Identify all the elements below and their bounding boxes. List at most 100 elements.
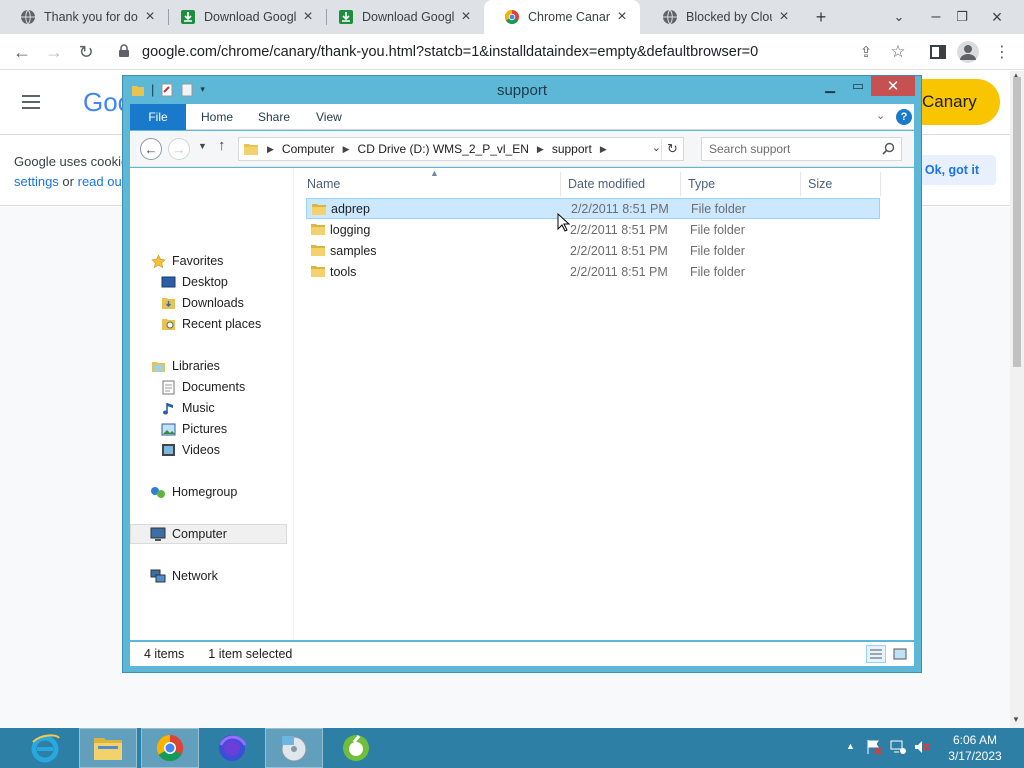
- details-view-icon[interactable]: [866, 645, 886, 663]
- breadcrumb-chevron-icon[interactable]: ▶: [343, 144, 350, 155]
- breadcrumb-chevron-icon[interactable]: ▶: [267, 144, 274, 155]
- address-bar[interactable]: google.com/chrome/canary/thank-you.html?…: [108, 37, 956, 67]
- expand-ribbon-chevron-icon[interactable]: ⌄: [876, 109, 885, 122]
- side-panel-icon[interactable]: [926, 40, 950, 64]
- tab-view[interactable]: View: [316, 104, 342, 130]
- tab-home[interactable]: Home: [201, 104, 233, 130]
- column-divider[interactable]: [880, 172, 881, 196]
- nav-desktop[interactable]: Desktop: [160, 272, 228, 292]
- network-status-icon[interactable]: [890, 739, 906, 758]
- nav-recent-places[interactable]: Recent places: [160, 314, 261, 334]
- tab-download-2[interactable]: Download Googl ×: [318, 0, 484, 34]
- tab-share[interactable]: Share: [258, 104, 290, 130]
- column-header-date[interactable]: Date modified: [568, 172, 645, 196]
- file-row-adprep[interactable]: adprep 2/2/2011 8:51 PM File folder: [306, 198, 880, 219]
- firefox-icon[interactable]: [203, 728, 261, 768]
- file-list: ▲ Name Date modified Type Size adprep 2/…: [298, 168, 914, 640]
- forward-arrow-icon[interactable]: →: [168, 138, 190, 160]
- kebab-menu-icon[interactable]: ⋮: [990, 40, 1014, 64]
- scroll-down-icon[interactable]: ▼: [1012, 715, 1020, 724]
- search-input[interactable]: Search support: [701, 137, 902, 161]
- breadcrumb-cd-drive[interactable]: CD Drive (D:) WMS_2_P_vl_EN: [358, 142, 529, 156]
- close-button[interactable]: ✕: [871, 76, 915, 96]
- reload-icon[interactable]: ↻: [74, 40, 98, 64]
- show-hidden-icons-chevron[interactable]: ▲: [846, 741, 855, 751]
- explorer-address-bar[interactable]: ▶ Computer ▶ CD Drive (D:) WMS_2_P_vl_EN…: [238, 137, 684, 161]
- close-icon[interactable]: ×: [776, 8, 792, 26]
- action-center-flag-icon[interactable]: [866, 739, 882, 758]
- close-icon[interactable]: ×: [142, 8, 158, 26]
- nav-computer[interactable]: Computer: [130, 524, 287, 544]
- share-icon[interactable]: ⇪: [854, 40, 878, 64]
- search-icon[interactable]: [882, 142, 895, 158]
- nav-libraries[interactable]: Libraries: [150, 356, 220, 376]
- restore-icon[interactable]: ❐: [950, 5, 974, 29]
- file-row-samples[interactable]: samples 2/2/2011 8:51 PM File folder: [306, 240, 880, 261]
- minimize-icon[interactable]: ▁: [817, 76, 843, 96]
- scrollbar-thumb[interactable]: [1013, 77, 1021, 367]
- bookmark-star-icon[interactable]: ☆: [886, 40, 910, 64]
- hamburger-menu-icon[interactable]: [22, 95, 40, 109]
- column-divider[interactable]: [560, 172, 561, 196]
- green-app-icon[interactable]: [327, 728, 385, 768]
- forward-arrow-icon[interactable]: →: [42, 40, 66, 64]
- breadcrumb-chevron-icon[interactable]: ▶: [600, 144, 607, 155]
- tab-blocked[interactable]: Blocked by Cloud ×: [642, 0, 802, 34]
- nav-music[interactable]: Music: [160, 398, 215, 418]
- back-arrow-icon[interactable]: ←: [10, 40, 34, 64]
- column-divider[interactable]: [680, 172, 681, 196]
- recent-locations-dropdown-icon[interactable]: ▼: [198, 141, 207, 151]
- breadcrumb-computer[interactable]: Computer: [282, 142, 335, 156]
- column-divider[interactable]: [800, 172, 801, 196]
- folder-icon: [243, 142, 259, 156]
- new-tab-button[interactable]: +: [809, 5, 833, 29]
- nav-videos[interactable]: Videos: [160, 440, 220, 460]
- system-clock[interactable]: 6:06 AM 3/17/2023: [935, 732, 1015, 764]
- breadcrumb-support[interactable]: support: [552, 142, 592, 156]
- disc-installer-icon[interactable]: [265, 728, 323, 768]
- refresh-icon[interactable]: ↻: [661, 138, 683, 160]
- chrome-icon[interactable]: [141, 728, 199, 768]
- breadcrumb-chevron-icon[interactable]: ▶: [537, 144, 544, 155]
- close-icon[interactable]: ×: [458, 8, 474, 26]
- file-row-logging[interactable]: logging 2/2/2011 8:51 PM File folder: [306, 219, 880, 240]
- tab-thank-you[interactable]: Thank you for do ×: [0, 0, 168, 34]
- address-dropdown-icon[interactable]: ⌄: [652, 141, 661, 154]
- tab-title: Download Googl: [362, 10, 454, 24]
- page-scrollbar[interactable]: ▲ ▼: [1010, 71, 1024, 728]
- nav-homegroup[interactable]: Homegroup: [150, 482, 237, 502]
- nav-network[interactable]: Network: [150, 566, 218, 586]
- nav-downloads[interactable]: Downloads: [160, 293, 244, 313]
- back-arrow-icon[interactable]: ←: [140, 138, 162, 160]
- internet-explorer-icon[interactable]: [16, 728, 74, 768]
- nav-label: Network: [172, 569, 218, 583]
- help-icon[interactable]: ?: [896, 109, 912, 125]
- close-icon[interactable]: ×: [985, 5, 1009, 29]
- nav-documents[interactable]: Documents: [160, 377, 245, 397]
- documents-icon: [160, 379, 176, 395]
- tab-search-chevron-icon[interactable]: ⌄: [887, 5, 911, 29]
- column-header-type[interactable]: Type: [688, 172, 715, 196]
- column-header-size[interactable]: Size: [808, 172, 832, 196]
- minimize-icon[interactable]: –: [924, 5, 948, 29]
- nav-favorites[interactable]: Favorites: [150, 251, 223, 271]
- explorer-title-bar[interactable]: | ▾ support ▁ ▭ ✕: [123, 76, 921, 104]
- maximize-icon[interactable]: ▭: [845, 76, 871, 96]
- settings-link[interactable]: settings: [14, 174, 59, 189]
- close-icon[interactable]: ×: [614, 8, 630, 26]
- nav-pictures[interactable]: Pictures: [160, 419, 227, 439]
- tab-chrome-canary[interactable]: Chrome Canary ×: [484, 0, 640, 34]
- read-our-link[interactable]: read our: [78, 174, 126, 189]
- pane-divider[interactable]: [293, 168, 294, 640]
- up-arrow-icon[interactable]: ↑: [218, 137, 226, 154]
- tab-file[interactable]: File: [130, 104, 186, 130]
- tab-title: Blocked by Cloud: [686, 10, 772, 24]
- column-header-name[interactable]: Name: [307, 172, 340, 196]
- profile-avatar-icon[interactable]: [956, 40, 980, 64]
- tab-download-1[interactable]: Download Googl ×: [160, 0, 326, 34]
- large-icons-view-icon[interactable]: [890, 645, 910, 663]
- file-explorer-icon[interactable]: [79, 728, 137, 768]
- volume-muted-icon[interactable]: [914, 739, 930, 758]
- close-icon[interactable]: ×: [300, 8, 316, 26]
- file-row-tools[interactable]: tools 2/2/2011 8:51 PM File folder: [306, 261, 880, 282]
